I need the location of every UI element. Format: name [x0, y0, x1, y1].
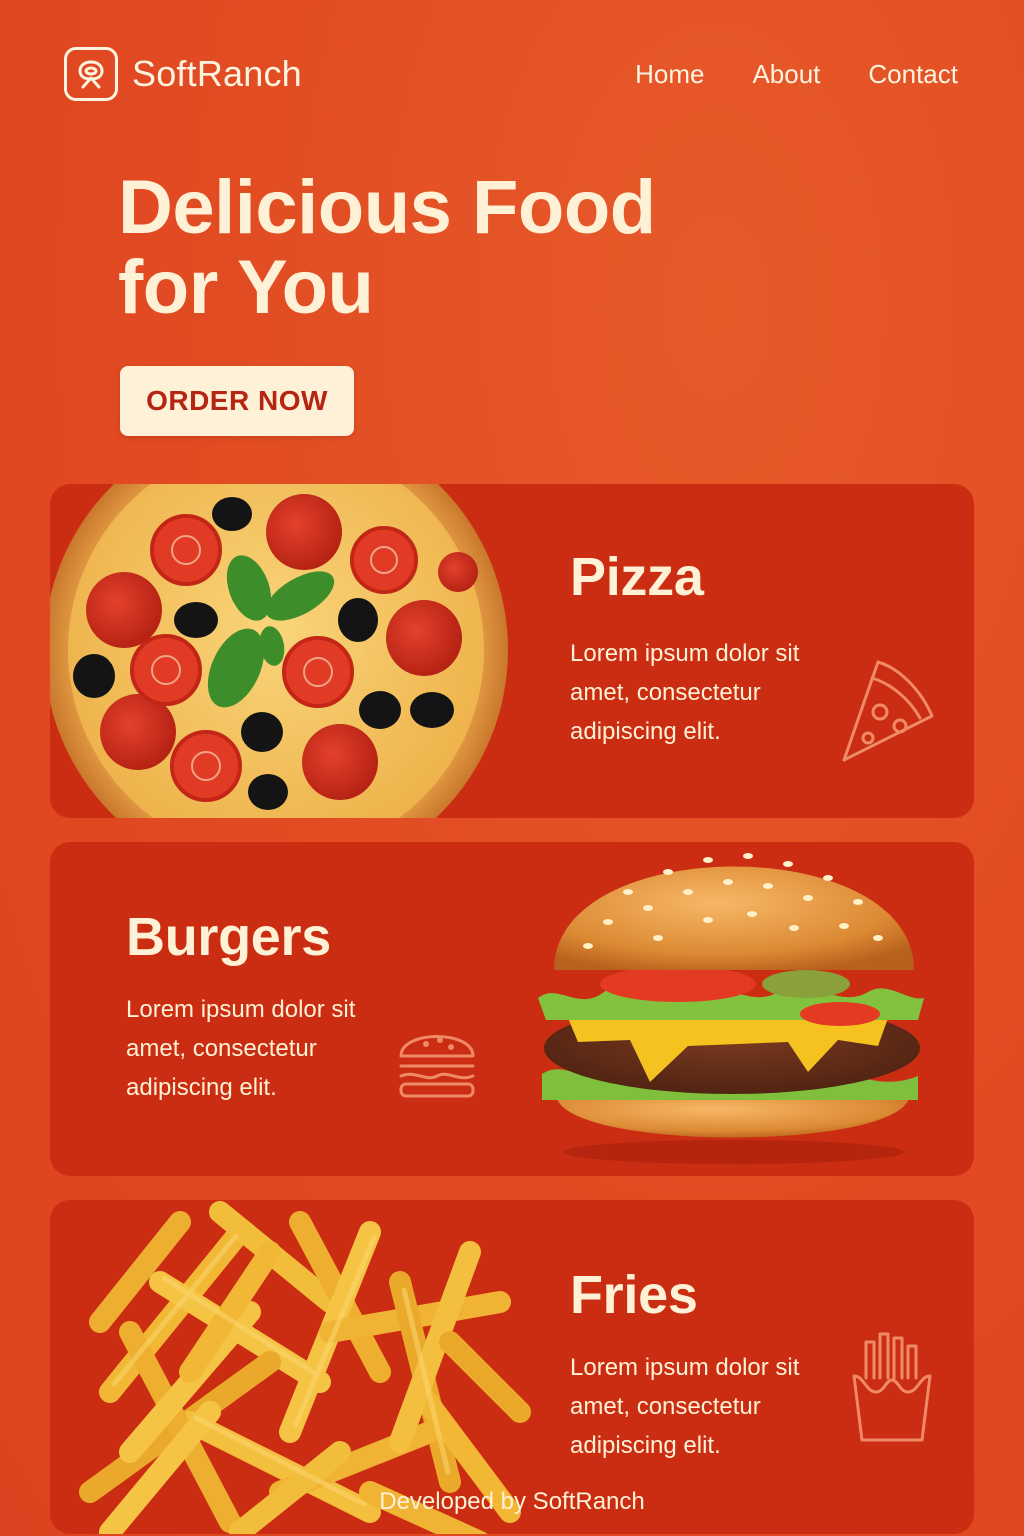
- card-description: Lorem ipsum dolor sit amet, consectetur …: [126, 996, 356, 1101]
- fries-image: [79, 1201, 531, 1534]
- nav-link-home[interactable]: Home: [635, 59, 704, 90]
- pizza-slice-icon: [842, 660, 934, 762]
- main-nav: Home About Contact: [635, 59, 958, 90]
- card-title: Fries: [570, 1265, 698, 1325]
- hero-title: Delicious Food for You: [118, 168, 818, 328]
- footer-credit: Developed by SoftRanch: [379, 1488, 645, 1515]
- card-description: Lorem ipsum dolor sit amet, consectetur …: [570, 1354, 800, 1459]
- nav-link-contact[interactable]: Contact: [868, 59, 958, 90]
- softranch-logo-icon: [64, 47, 118, 101]
- brand-name: SoftRanch: [132, 53, 302, 94]
- pizza-image: [50, 484, 508, 818]
- burger-icon: [399, 1035, 475, 1098]
- hero-title-line-2: for You: [118, 245, 374, 330]
- brand[interactable]: SoftRanch: [64, 47, 302, 101]
- hero-title-line-1: Delicious Food: [118, 165, 656, 250]
- card-title: Pizza: [570, 547, 704, 607]
- nav-link-about[interactable]: About: [752, 59, 820, 90]
- order-now-button[interactable]: ORDER NOW: [120, 366, 354, 436]
- fries-icon: [852, 1332, 932, 1442]
- burgers-card[interactable]: Burgers Lorem ipsum dolor sit amet, cons…: [50, 842, 974, 1176]
- pizza-card[interactable]: Pizza Lorem ipsum dolor sit amet, consec…: [50, 484, 974, 818]
- site-header: SoftRanch Home About Contact: [64, 44, 958, 104]
- card-description: Lorem ipsum dolor sit amet, consectetur …: [570, 640, 800, 745]
- burger-image: [538, 853, 924, 1164]
- fries-card[interactable]: Fries Lorem ipsum dolor sit amet, consec…: [50, 1200, 974, 1534]
- card-title: Burgers: [126, 907, 331, 967]
